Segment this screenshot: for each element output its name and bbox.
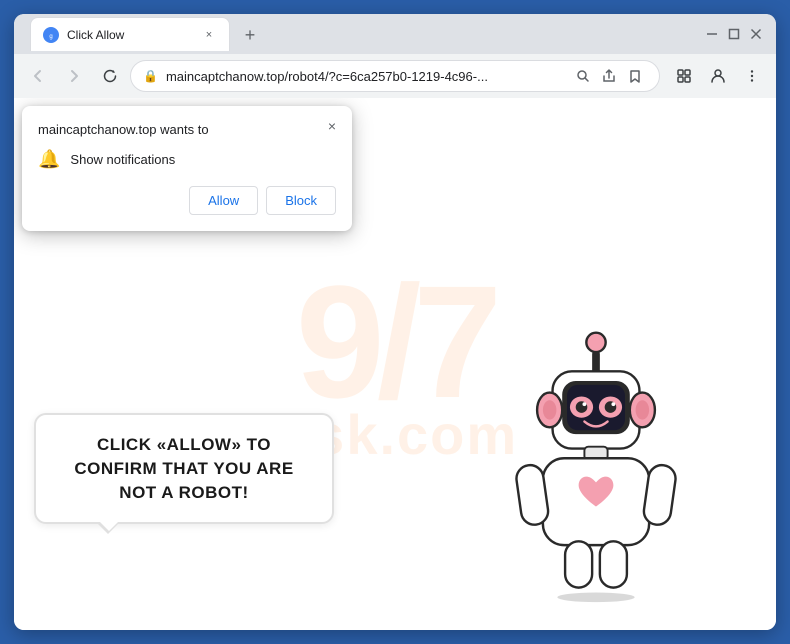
active-tab[interactable]: g Click Allow × bbox=[30, 17, 230, 51]
profile-icon[interactable] bbox=[702, 60, 734, 92]
notification-row: 🔔 Show notifications bbox=[38, 149, 336, 170]
address-actions bbox=[571, 64, 647, 88]
tab-close-button[interactable]: × bbox=[201, 27, 217, 43]
menu-icon[interactable] bbox=[736, 60, 768, 92]
maximize-button[interactable] bbox=[726, 26, 742, 42]
window-controls bbox=[704, 26, 764, 42]
permission-popup: × maincaptchanow.top wants to 🔔 Show not… bbox=[22, 106, 352, 231]
popup-title: maincaptchanow.top wants to bbox=[38, 122, 336, 137]
close-button[interactable] bbox=[748, 26, 764, 42]
speech-bubble-wrapper: CLICK «ALLOW» TO CONFIRM THAT YOU ARE NO… bbox=[34, 413, 334, 524]
popup-buttons: Allow Block bbox=[38, 186, 336, 215]
url-text: maincaptchanow.top/robot4/?c=6ca257b0-12… bbox=[166, 69, 563, 84]
title-bar: g Click Allow × + bbox=[14, 14, 776, 54]
bookmark-icon[interactable] bbox=[623, 64, 647, 88]
back-button[interactable] bbox=[22, 60, 54, 92]
tab-favicon: g bbox=[43, 27, 59, 43]
notification-label: Show notifications bbox=[70, 152, 175, 167]
navigation-bar: 🔒 maincaptchanow.top/robot4/?c=6ca257b0-… bbox=[14, 54, 776, 98]
speech-bubble: CLICK «ALLOW» TO CONFIRM THAT YOU ARE NO… bbox=[34, 413, 334, 524]
search-icon[interactable] bbox=[571, 64, 595, 88]
extensions-icon[interactable] bbox=[668, 60, 700, 92]
robot-svg bbox=[496, 325, 696, 605]
popup-close-button[interactable]: × bbox=[320, 114, 344, 138]
share-icon[interactable] bbox=[597, 64, 621, 88]
minimize-button[interactable] bbox=[704, 26, 720, 42]
address-bar[interactable]: 🔒 maincaptchanow.top/robot4/?c=6ca257b0-… bbox=[130, 60, 660, 92]
allow-button[interactable]: Allow bbox=[189, 186, 258, 215]
svg-text:g: g bbox=[49, 34, 52, 40]
bell-icon: 🔔 bbox=[38, 149, 60, 170]
robot-container bbox=[496, 325, 716, 610]
tab-title: Click Allow bbox=[67, 28, 193, 42]
watermark-logo: 9/7 bbox=[296, 262, 494, 422]
browser-window: g Click Allow × + bbox=[14, 14, 776, 630]
toolbar-actions bbox=[668, 60, 768, 92]
forward-button[interactable] bbox=[58, 60, 90, 92]
new-tab-button[interactable]: + bbox=[236, 21, 264, 49]
tab-bar: g Click Allow × + bbox=[22, 17, 698, 51]
captcha-text: CLICK «ALLOW» TO CONFIRM THAT YOU ARE NO… bbox=[56, 433, 312, 504]
lock-icon: 🔒 bbox=[143, 69, 158, 83]
block-button[interactable]: Block bbox=[266, 186, 336, 215]
page-content: 9/7 risk.com × maincaptchanow.top wants … bbox=[14, 98, 776, 630]
reload-button[interactable] bbox=[94, 60, 126, 92]
